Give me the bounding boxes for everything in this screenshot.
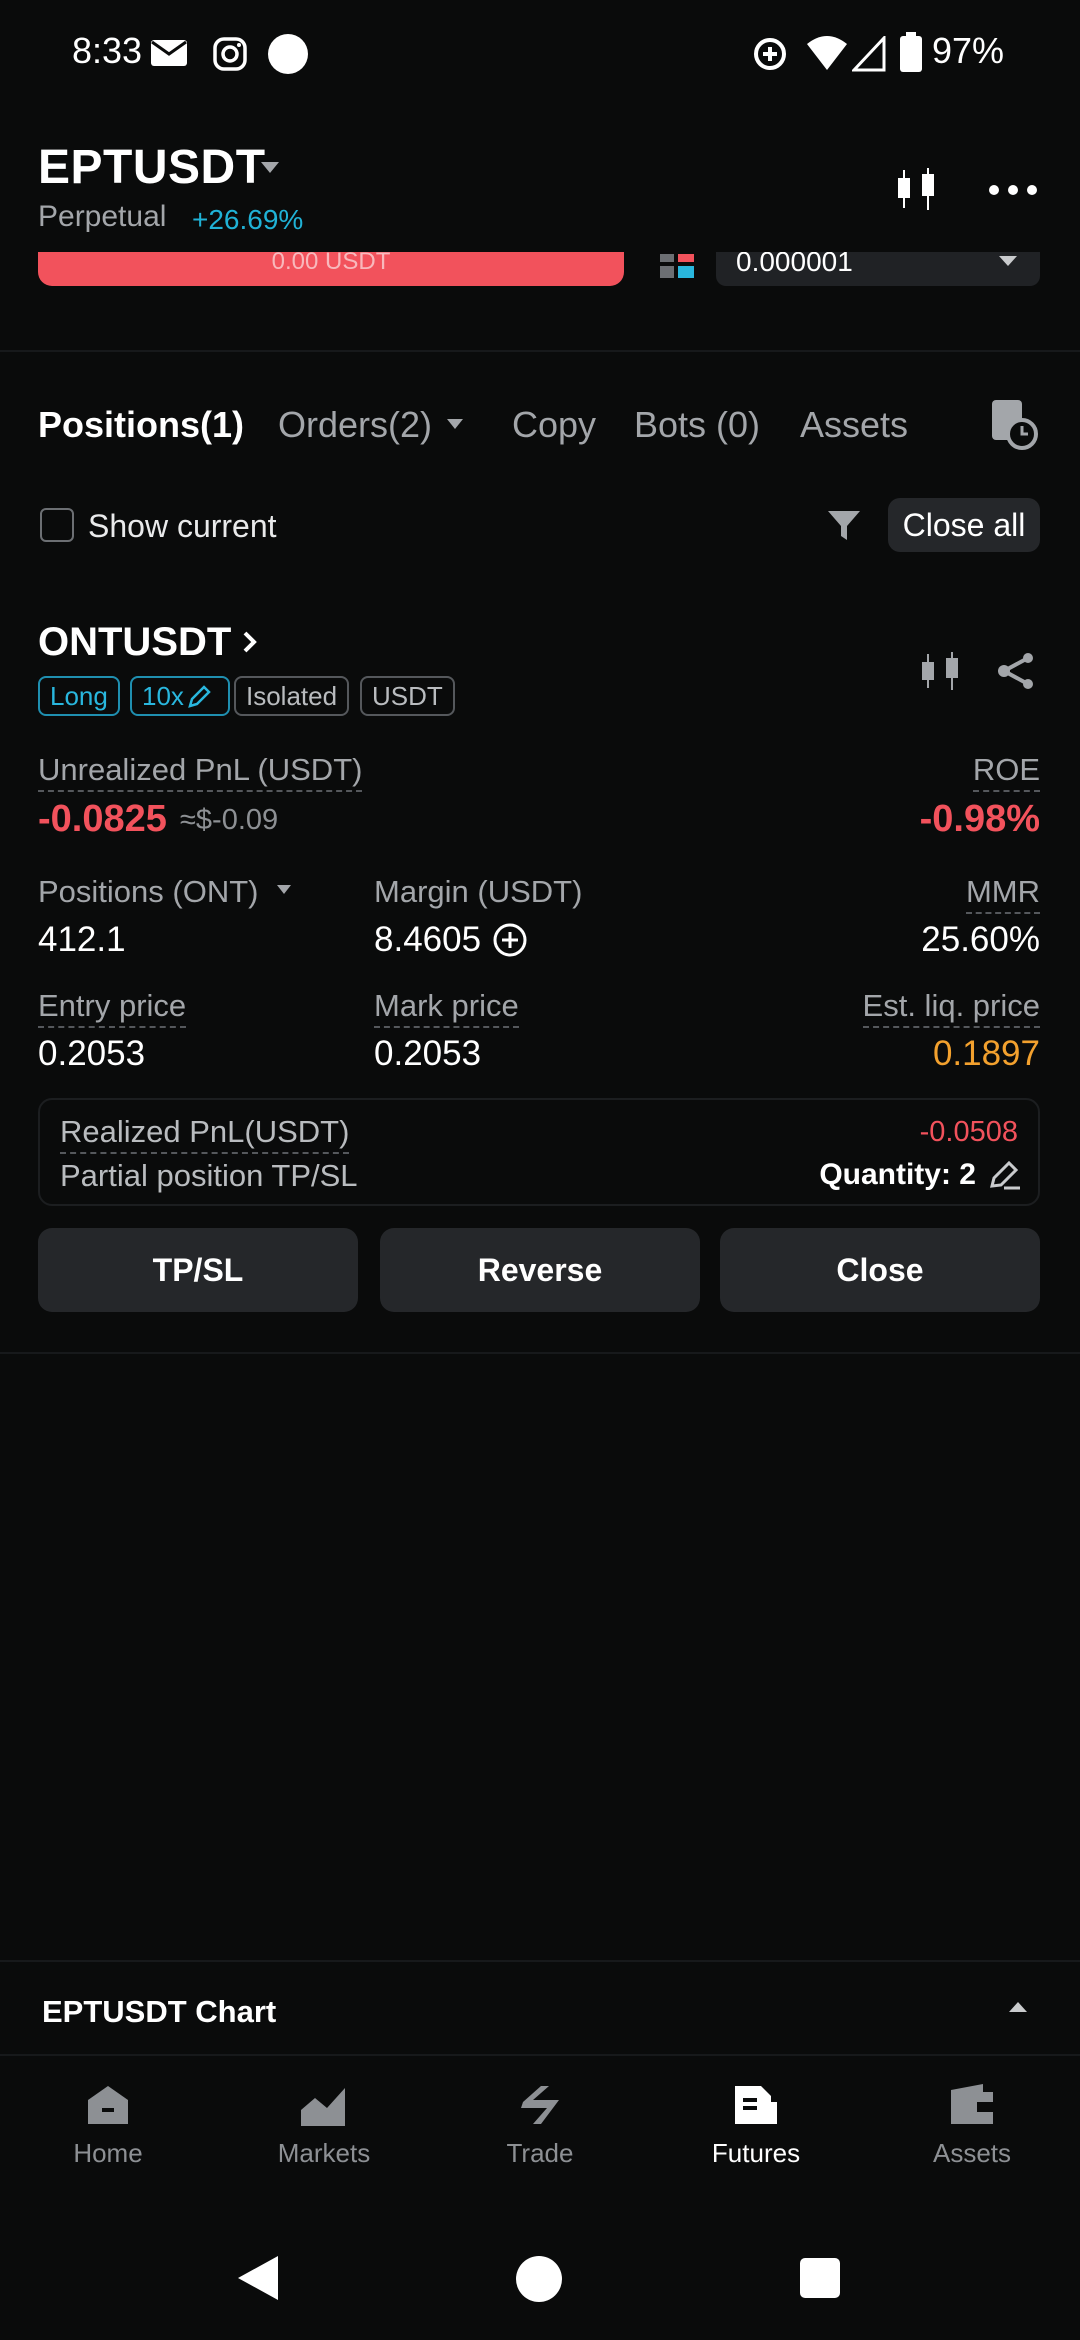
nav-markets-label: Markets — [277, 2138, 371, 2168]
tab-orders[interactable]: Orders(2) — [278, 404, 432, 446]
chevron-up-icon[interactable] — [1008, 2000, 1028, 2014]
share-icon[interactable] — [996, 652, 1036, 690]
chevron-down-icon[interactable] — [998, 254, 1018, 268]
side-tag: Long — [38, 676, 120, 716]
nav-futures[interactable]: Futures — [648, 2082, 864, 2169]
instagram-icon — [213, 37, 247, 71]
currency-tag: USDT — [360, 676, 455, 716]
leverage-tag[interactable]: 10x — [130, 676, 230, 716]
liq-price-label[interactable]: Est. liq. price — [862, 988, 1040, 1028]
liq-price-value: 0.1897 — [932, 1034, 1040, 1073]
chevron-down-icon[interactable] — [260, 160, 280, 174]
filter-icon[interactable] — [826, 508, 862, 544]
order-history-icon[interactable] — [990, 398, 1038, 450]
unrealized-pnl-value: -0.0825 — [38, 798, 167, 840]
chart-drawer-title[interactable]: EPTUSDT Chart — [42, 1994, 276, 2030]
markets-icon — [301, 2088, 345, 2126]
mmr-label[interactable]: MMR — [965, 874, 1040, 914]
nav-assets-label: Assets — [932, 2138, 1012, 2168]
roe-label[interactable]: ROE — [972, 752, 1040, 792]
edit-icon[interactable] — [990, 1160, 1022, 1190]
nav-home[interactable]: Home — [0, 2082, 216, 2169]
add-margin-icon[interactable] — [492, 922, 528, 958]
partial-tpsl-label: Partial position TP/SL — [60, 1158, 358, 1193]
mmr-value: 25.60% — [921, 920, 1040, 959]
close-all-button[interactable]: Close all — [888, 498, 1040, 552]
contract-type: Perpetual — [38, 200, 167, 233]
home-icon — [88, 2086, 128, 2124]
back-icon[interactable] — [236, 2254, 280, 2302]
position-symbol[interactable]: ONTUSDT — [38, 620, 231, 665]
positions-value: 412.1 — [38, 920, 126, 959]
trade-icon — [521, 2086, 559, 2124]
entry-price-label[interactable]: Entry price — [38, 988, 187, 1028]
edit-icon[interactable] — [186, 684, 212, 710]
positions-label[interactable]: Positions (ONT) — [38, 874, 258, 910]
divider — [0, 1352, 1080, 1354]
show-current-checkbox[interactable] — [40, 508, 74, 542]
candlestick-chart-icon[interactable] — [920, 650, 960, 692]
nav-trade[interactable]: Trade — [432, 2082, 648, 2169]
show-current-label[interactable]: Show current — [88, 508, 277, 545]
price-precision-select[interactable]: 0.000001 — [716, 252, 1040, 286]
tab-positions[interactable]: Positions(1) — [38, 404, 244, 446]
mail-icon — [151, 40, 187, 66]
nav-assets[interactable]: Assets — [864, 2082, 1080, 2169]
wallet-icon — [951, 2084, 993, 2124]
chevron-down-icon[interactable] — [276, 884, 292, 896]
signal-icon — [852, 36, 886, 72]
mark-price-value: 0.2053 — [374, 1034, 482, 1073]
realized-pnl-value: -0.0508 — [919, 1116, 1018, 1148]
unrealized-pnl-label[interactable]: Unrealized PnL (USDT) — [38, 752, 363, 792]
reverse-button[interactable]: Reverse — [380, 1228, 700, 1312]
home-system-icon[interactable] — [516, 2256, 562, 2302]
nav-home-label: Home — [73, 2138, 143, 2168]
notification-dot-icon — [268, 34, 308, 74]
leverage-value: 10x — [142, 681, 184, 711]
margin-label: Margin (USDT) — [374, 874, 583, 909]
mark-price-label[interactable]: Mark price — [374, 988, 519, 1028]
sell-button[interactable]: 0.00 USDT — [38, 252, 624, 286]
quantity-label[interactable]: Quantity: 2 — [819, 1158, 976, 1192]
tpsl-button[interactable]: TP/SL — [38, 1228, 358, 1312]
nav-markets[interactable]: Markets — [216, 2082, 432, 2169]
wifi-icon — [807, 36, 847, 70]
orderbook-layout-icon[interactable] — [660, 254, 694, 280]
roe-value: -0.98% — [919, 798, 1040, 840]
realized-pnl-label[interactable]: Realized PnL(USDT) — [60, 1114, 350, 1154]
more-icon[interactable] — [988, 184, 1038, 196]
battery-icon — [900, 32, 922, 72]
close-position-button[interactable]: Close — [720, 1228, 1040, 1312]
recents-icon[interactable] — [800, 2258, 840, 2298]
entry-price-value: 0.2053 — [38, 1034, 146, 1073]
tab-copy[interactable]: Copy — [512, 404, 596, 446]
chevron-right-icon[interactable] — [242, 630, 258, 654]
divider — [0, 350, 1080, 352]
data-saver-icon — [754, 38, 786, 70]
margin-mode-tag: Isolated — [234, 676, 350, 716]
status-time: 8:33 — [72, 30, 143, 71]
tab-bots[interactable]: Bots (0) — [634, 404, 760, 446]
unrealized-pnl-approx: ≈$-0.09 — [180, 804, 279, 836]
tab-assets[interactable]: Assets — [800, 404, 908, 446]
candlestick-chart-icon[interactable] — [894, 166, 938, 214]
price-change: +26.69% — [192, 204, 304, 235]
nav-futures-label: Futures — [711, 2138, 801, 2168]
symbol-selector[interactable]: EPTUSDT — [38, 140, 266, 195]
margin-value: 8.4605 — [374, 920, 482, 959]
nav-trade-label: Trade — [506, 2138, 574, 2168]
battery-percent: 97% — [932, 30, 1005, 71]
futures-icon — [735, 2086, 777, 2124]
chevron-down-icon[interactable] — [446, 418, 464, 430]
